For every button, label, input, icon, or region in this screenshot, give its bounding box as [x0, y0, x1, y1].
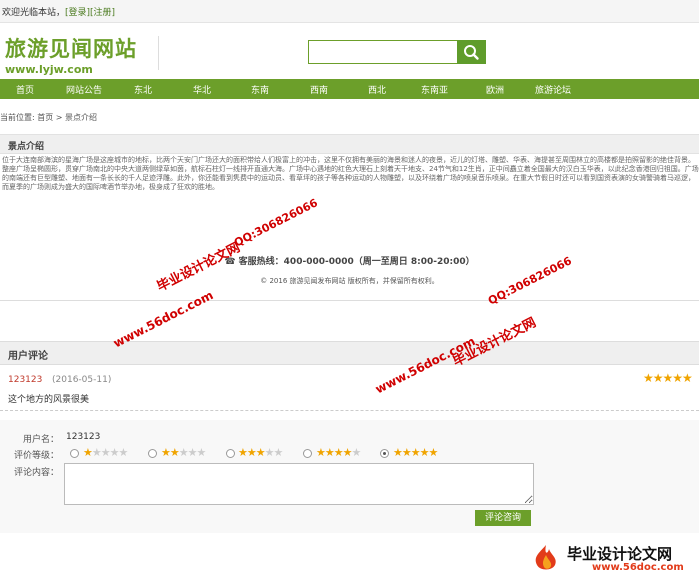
welcome-text: 欢迎光临本站， [2, 8, 66, 18]
section-title: 景点介绍 [8, 142, 45, 152]
copyright: © 2016 旅游见闻发布网站 版权所有，并保留所有权利。 [260, 277, 439, 285]
search-icon [464, 45, 479, 60]
nav-item-northeast[interactable]: 东北 [134, 83, 152, 96]
search-button[interactable] [457, 40, 486, 64]
review-user: 123123 [8, 375, 43, 385]
breadcrumb: 当前位置: 首页 > 景点介绍 [0, 113, 98, 122]
review-text: 这个地方的风景很美 [8, 395, 90, 405]
nav-item-southwest[interactable]: 西南 [310, 83, 328, 96]
rating-stars-4: ★★★★★ [316, 446, 361, 459]
welcome-line: 欢迎光临本站，[登录][注册] [2, 5, 115, 18]
section-header: 景点介绍 [0, 134, 699, 154]
nav-item-europe[interactable]: 欧洲 [486, 83, 504, 96]
search-input[interactable] [308, 40, 458, 64]
register-link[interactable]: [注册] [90, 8, 115, 18]
hotline: ☎ 客服热线：400-000-0000（周一至周日 8:00-20:00） [224, 257, 475, 267]
flame-icon [535, 545, 556, 570]
rating-radio-2[interactable] [148, 449, 157, 458]
main-nav: 首页 网站公告 东北 华北 东南 西南 西北 东南亚 欧洲 旅游论坛 [0, 79, 699, 99]
login-link[interactable]: [登录] [65, 8, 90, 18]
nav-item-north[interactable]: 华北 [193, 83, 211, 96]
top-bar: 欢迎光临本站，[登录][注册] [0, 0, 699, 23]
content-label: 评论内容： [13, 468, 59, 478]
rating-stars-2: ★★★★★ [161, 446, 206, 459]
reviews-title: 用户评论 [8, 351, 48, 362]
footer-logo-url: www.56doc.com [592, 562, 684, 573]
divider [0, 300, 699, 301]
nav-item-announcements[interactable]: 网站公告 [66, 83, 102, 96]
watermark-qq: QQ:306826066 [232, 196, 320, 250]
rating-stars-5: ★★★★★ [393, 446, 438, 459]
review-divider [0, 410, 699, 411]
review-rating-stars: ★★★★★ [643, 371, 693, 385]
username-value: 123123 [66, 432, 101, 442]
logo-title: 旅游见闻网站 [5, 37, 137, 61]
username-label: 用户名： [22, 435, 59, 445]
review-content-textarea[interactable] [64, 463, 534, 505]
intro-text: 位于大连南部海滨的星海广场是这座城市的地标，比两个天安门广场还大的面积带给人们极… [2, 156, 699, 191]
nav-item-southeast-asia[interactable]: 东南亚 [421, 83, 448, 96]
rating-radio-3[interactable] [226, 449, 235, 458]
review-date: (2016-05-11) [52, 375, 112, 385]
nav-item-forum[interactable]: 旅游论坛 [535, 83, 571, 96]
rating-radio-4[interactable] [303, 449, 312, 458]
nav-item-home[interactable]: 首页 [16, 83, 34, 96]
header-divider [158, 36, 159, 70]
footer-logo-title: 毕业设计论文网 [567, 545, 673, 563]
rating-radio-5[interactable] [380, 449, 389, 458]
submit-review-button[interactable]: 评论咨询 [475, 510, 531, 526]
rating-stars-1: ★★★★★ [83, 446, 128, 459]
rating-stars-3: ★★★★★ [238, 446, 283, 459]
site-logo[interactable]: 旅游见闻网站 www.lyjw.com [5, 33, 137, 76]
logo-url: www.lyjw.com [5, 63, 93, 76]
reviews-header: 用户评论 [0, 341, 699, 365]
nav-item-southeast[interactable]: 东南 [251, 83, 269, 96]
rating-radio-1[interactable] [70, 449, 79, 458]
rating-label: 评价等级： [13, 451, 59, 461]
nav-item-northwest[interactable]: 西北 [368, 83, 386, 96]
